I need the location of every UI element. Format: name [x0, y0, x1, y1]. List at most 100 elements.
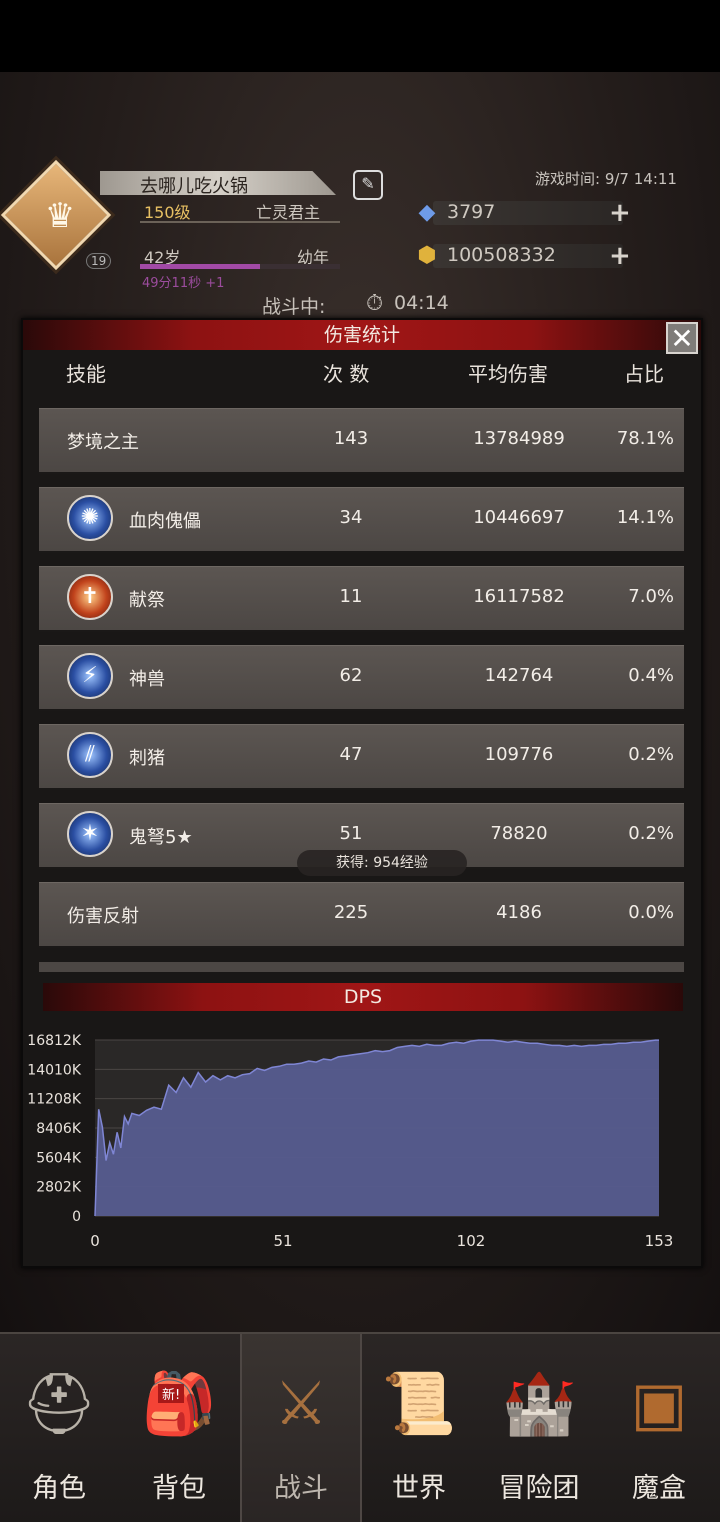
hit-count: 11 [339, 586, 363, 607]
nav-label: 魔盒 [632, 1473, 686, 1504]
skill-name: 献祭 [129, 590, 165, 611]
hit-count: 34 [339, 507, 363, 528]
header-skill: 技能 [66, 362, 106, 386]
age-progress-fill [140, 264, 260, 269]
gold-count: 100508332 [447, 244, 556, 266]
gem-icon: ◆ [418, 200, 436, 225]
hit-count: 62 [339, 665, 363, 686]
y-tick-label: 2802K [36, 1180, 82, 1196]
damage-percent: 0.4% [628, 665, 674, 686]
nav-tab-backpack[interactable]: 🎒 新! 背包 [120, 1334, 238, 1522]
y-tick-label: 5604K [36, 1150, 82, 1166]
table-row: ⚡ 神兽 62 142764 0.4% [39, 645, 684, 709]
player-name: 去哪儿吃火锅 [140, 176, 248, 197]
shield-sword-icon: ⚔ [274, 1369, 328, 1439]
edit-icon: ✎ [361, 174, 375, 193]
add-gems-button[interactable]: + [609, 198, 631, 228]
y-tick-label: 14010K [27, 1062, 82, 1078]
table-row-partial [39, 962, 684, 972]
skill-name: 神兽 [129, 669, 165, 690]
player-title: 亡灵君主 [256, 203, 321, 222]
y-tick-label: 0 [72, 1209, 81, 1225]
header-percent: 占比 [624, 362, 664, 386]
nav-label: 背包 [152, 1473, 206, 1504]
skill-name: 伤害反射 [67, 906, 139, 927]
damage-percent: 0.0% [628, 902, 674, 923]
scroll-map-icon: 📜 [381, 1369, 457, 1439]
damage-stats-dialog: 伤害统计 ✕ 技能 次 数 平均伤害 占比 梦境之主 143 13784989 … [21, 318, 703, 1268]
skill-name: 梦境之主 [67, 432, 139, 453]
age-progress-bar [140, 264, 340, 269]
avg-damage: 109776 [484, 744, 554, 765]
nav-tab-magic-box[interactable]: ▣ 魔盒 [600, 1334, 718, 1522]
bottom-nav: ⛑ 角色 🎒 新! 背包 ⚔ 战斗 📜 世界 🏰 冒险团 ▣ 魔盒 [0, 1332, 720, 1522]
age-timer: 49分11秒 +1 [142, 276, 225, 291]
castle-icon: 🏰 [501, 1369, 577, 1439]
nav-label: 冒险团 [498, 1473, 580, 1504]
dps-chart-title: DPS [43, 983, 683, 1011]
avg-damage: 10446697 [473, 507, 565, 528]
skill-name: 刺猪 [129, 748, 165, 769]
exp-gain-toast: 获得: 954经验 [297, 850, 467, 876]
nav-label: 世界 [392, 1473, 446, 1504]
nav-label: 角色 [32, 1473, 86, 1504]
crossbow-icon: ✶ [67, 811, 113, 857]
crest-level-badge: 19 [86, 253, 112, 269]
y-tick-label: 16812K [27, 1033, 82, 1049]
level-divider [140, 221, 340, 223]
table-row: ⫽ 刺猪 47 109776 0.2% [39, 724, 684, 788]
gold-icon: ⬢ [417, 243, 437, 268]
gem-count: 3797 [447, 201, 496, 223]
table-row: ✝ 献祭 11 16117582 7.0% [39, 566, 684, 630]
sacrifice-cross-icon: ✝ [67, 574, 113, 620]
hit-count: 225 [333, 902, 369, 923]
header-avg-damage: 平均伤害 [468, 362, 548, 386]
nav-tab-adventure-team[interactable]: 🏰 冒险团 [480, 1334, 598, 1522]
header-count: 次 数 [323, 362, 370, 386]
hit-count: 51 [339, 823, 363, 844]
close-button[interactable]: ✕ [666, 322, 698, 354]
damage-percent: 0.2% [628, 744, 674, 765]
nav-tab-world[interactable]: 📜 世界 [360, 1334, 478, 1522]
stopwatch-icon: ⏱ [366, 291, 384, 316]
x-tick-label: 0 [90, 1232, 100, 1250]
x-tick-label: 153 [645, 1232, 674, 1250]
avg-damage: 142764 [484, 665, 554, 686]
x-tick-label: 51 [273, 1232, 292, 1250]
nav-tab-character[interactable]: ⛑ 角色 [0, 1334, 118, 1522]
nav-tab-battle[interactable]: ⚔ 战斗 [240, 1334, 362, 1522]
crown-skull-icon: ♛ [44, 196, 76, 236]
gem-resource: ◆ 3797 + [413, 198, 643, 228]
status-bar [0, 0, 720, 72]
damage-percent: 78.1% [616, 428, 674, 449]
avg-damage: 78820 [490, 823, 548, 844]
slash-icon: ⫽ [67, 732, 113, 778]
dps-chart: 0 2802K 5604K 8406K 11208K 14010K 16812K 0 51 102… [27, 1033, 674, 1250]
player-level: 150级 [144, 203, 191, 222]
lightning-orb-icon: ✺ [67, 495, 113, 541]
nav-label: 战斗 [274, 1473, 328, 1504]
hit-count: 143 [333, 428, 369, 449]
beast-claw-icon: ⚡ [67, 653, 113, 699]
skill-name: 血肉傀儡 [129, 511, 201, 532]
magic-box-icon: ▣ [630, 1369, 688, 1439]
backpack-icon: 🎒 [141, 1369, 217, 1439]
game-time: 游戏时间: 9/7 14:11 [535, 170, 677, 188]
avg-damage: 13784989 [473, 428, 565, 449]
y-tick-label: 11208K [27, 1092, 82, 1108]
battle-timer: 04:14 [394, 292, 449, 314]
damage-percent: 0.2% [628, 823, 674, 844]
new-badge: 新! [158, 1384, 185, 1403]
avg-damage: 16117582 [473, 586, 565, 607]
battle-status: 战斗中: [262, 296, 326, 318]
x-tick-label: 102 [457, 1232, 486, 1250]
table-row: ✺ 血肉傀儡 34 10446697 14.1% [39, 487, 684, 551]
table-row: 伤害反射 225 4186 0.0% [39, 882, 684, 946]
hit-count: 47 [339, 744, 363, 765]
edit-name-button[interactable]: ✎ [353, 170, 383, 200]
avg-damage: 4186 [496, 902, 542, 923]
add-gold-button[interactable]: + [609, 241, 631, 271]
skill-name: 鬼弩5★ [129, 827, 193, 848]
helmet-icon: ⛑ [20, 1369, 98, 1439]
table-row: 梦境之主 143 13784989 78.1% [39, 408, 684, 472]
